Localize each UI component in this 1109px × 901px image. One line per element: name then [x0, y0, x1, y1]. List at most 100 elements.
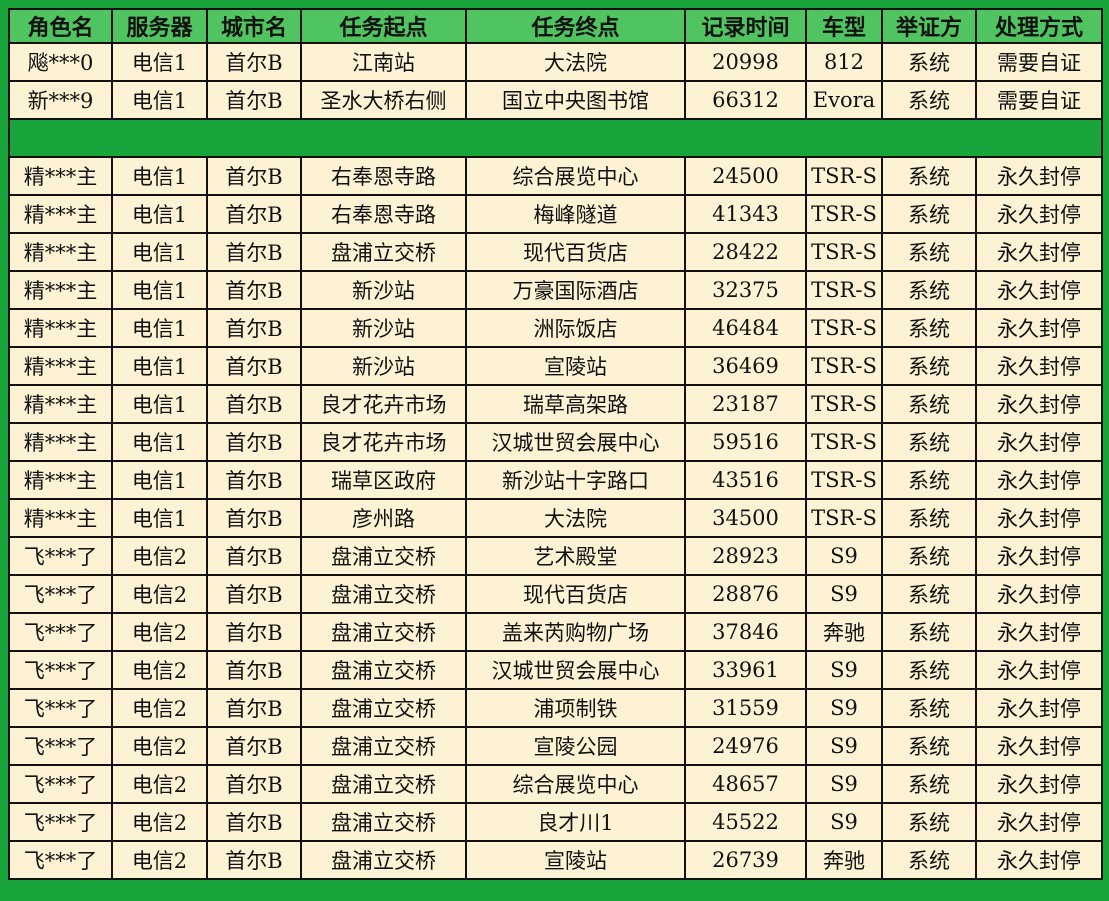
cell-reporter: 系统 [881, 688, 977, 728]
cell-task-start: 盘浦立交桥 [300, 764, 467, 804]
cell-role-name: 新***9 [8, 80, 113, 120]
cell-reporter: 系统 [881, 194, 977, 234]
cell-task-start: 盘浦立交桥 [300, 536, 467, 576]
header-row: 角色名 服务器 城市名 任务起点 任务终点 记录时间 车型 举证方 处理方式 [8, 8, 1103, 44]
cell-handling: 永久封停 [975, 688, 1103, 728]
cell-server: 电信2 [111, 802, 208, 842]
cell-reporter: 系统 [881, 346, 977, 386]
cell-reporter: 系统 [881, 726, 977, 766]
table-row: 精***主 电信1 首尔B 新沙站 宣陵站 36469 TSR-S 系统 永久封停 [8, 346, 1103, 386]
cell-server: 电信1 [111, 422, 208, 462]
cell-task-start: 盘浦立交桥 [300, 840, 467, 880]
cell-reporter: 系统 [881, 42, 977, 82]
cell-role-name: 飞***了 [8, 688, 113, 728]
table-row: 飚***0 电信1 首尔B 江南站 大法院 20998 812 系统 需要自证 [8, 42, 1103, 82]
cell-reporter: 系统 [881, 802, 977, 842]
column-header-reporter: 举证方 [881, 8, 977, 44]
cell-task-start: 良才花卉市场 [300, 384, 467, 424]
cell-server: 电信1 [111, 232, 208, 272]
cell-reporter: 系统 [881, 650, 977, 690]
group-separator [8, 118, 1103, 158]
cell-task-start: 盘浦立交桥 [300, 232, 467, 272]
cell-car-model: TSR-S [805, 460, 883, 500]
cell-reporter: 系统 [881, 232, 977, 272]
cell-handling: 需要自证 [975, 80, 1103, 120]
cell-city-name: 首尔B [206, 270, 302, 310]
cell-task-start: 良才花卉市场 [300, 422, 467, 462]
cell-reporter: 系统 [881, 422, 977, 462]
cell-server: 电信2 [111, 612, 208, 652]
cell-task-start: 新沙站 [300, 270, 467, 310]
cell-task-end: 汉城世贸会展中心 [465, 650, 686, 690]
table-row: 飞***了 电信2 首尔B 盘浦立交桥 现代百货店 28876 S9 系统 永久封停 [8, 574, 1103, 614]
cell-reporter: 系统 [881, 308, 977, 348]
cell-task-end: 新沙站十字路口 [465, 460, 686, 500]
cell-server: 电信1 [111, 384, 208, 424]
cell-handling: 永久封停 [975, 384, 1103, 424]
cell-car-model: TSR-S [805, 422, 883, 462]
cell-car-model: TSR-S [805, 308, 883, 348]
cell-task-end: 国立中央图书馆 [465, 80, 686, 120]
cell-handling: 永久封停 [975, 156, 1103, 196]
cell-task-end: 梅峰隧道 [465, 194, 686, 234]
cell-reporter: 系统 [881, 270, 977, 310]
cell-task-end: 万豪国际酒店 [465, 270, 686, 310]
cell-handling: 永久封停 [975, 840, 1103, 880]
cell-task-end: 现代百货店 [465, 574, 686, 614]
table-row: 精***主 电信1 首尔B 良才花卉市场 汉城世贸会展中心 59516 TSR-S 系统 永久封… [8, 422, 1103, 462]
table-header: 角色名 服务器 城市名 任务起点 任务终点 记录时间 车型 举证方 处理方式 [8, 8, 1103, 44]
cell-task-end: 洲际饭店 [465, 308, 686, 348]
cell-car-model: TSR-S [805, 156, 883, 196]
column-header-handling: 处理方式 [975, 8, 1103, 44]
cell-task-end: 综合展览中心 [465, 156, 686, 196]
cell-handling: 永久封停 [975, 764, 1103, 804]
cell-task-end: 宣陵站 [465, 840, 686, 880]
cell-city-name: 首尔B [206, 498, 302, 538]
cell-handling: 永久封停 [975, 194, 1103, 234]
cell-car-model: S9 [805, 726, 883, 766]
cell-handling: 需要自证 [975, 42, 1103, 82]
cell-city-name: 首尔B [206, 536, 302, 576]
cell-reporter: 系统 [881, 156, 977, 196]
cell-record-time: 48657 [684, 764, 807, 804]
table-row: 精***主 电信1 首尔B 盘浦立交桥 现代百货店 28422 TSR-S 系统 永久封停 [8, 232, 1103, 272]
cell-role-name: 飞***了 [8, 574, 113, 614]
cell-task-end: 宣陵公园 [465, 726, 686, 766]
cell-server: 电信1 [111, 498, 208, 538]
cell-car-model: TSR-S [805, 346, 883, 386]
table-row: 飞***了 电信2 首尔B 盘浦立交桥 浦项制铁 31559 S9 系统 永久封停 [8, 688, 1103, 728]
cell-reporter: 系统 [881, 80, 977, 120]
cell-task-start: 江南站 [300, 42, 467, 82]
cell-record-time: 24976 [684, 726, 807, 766]
violation-records-table: 角色名 服务器 城市名 任务起点 任务终点 记录时间 车型 举证方 处理方式 飚***0 电信1 首… [8, 8, 1103, 880]
cell-car-model: Evora [805, 80, 883, 120]
cell-task-end: 大法院 [465, 42, 686, 82]
cell-record-time: 41343 [684, 194, 807, 234]
cell-city-name: 首尔B [206, 840, 302, 880]
cell-task-start: 盘浦立交桥 [300, 688, 467, 728]
column-header-task-end: 任务终点 [465, 8, 686, 44]
cell-reporter: 系统 [881, 840, 977, 880]
table-row: 飞***了 电信2 首尔B 盘浦立交桥 宣陵站 26739 奔驰 系统 永久封停 [8, 840, 1103, 880]
cell-city-name: 首尔B [206, 232, 302, 272]
cell-record-time: 24500 [684, 156, 807, 196]
cell-role-name: 精***主 [8, 156, 113, 196]
cell-reporter: 系统 [881, 536, 977, 576]
cell-role-name: 飞***了 [8, 802, 113, 842]
cell-record-time: 28876 [684, 574, 807, 614]
cell-city-name: 首尔B [206, 42, 302, 82]
cell-city-name: 首尔B [206, 612, 302, 652]
cell-record-time: 34500 [684, 498, 807, 538]
cell-handling: 永久封停 [975, 574, 1103, 614]
cell-task-start: 瑞草区政府 [300, 460, 467, 500]
cell-handling: 永久封停 [975, 802, 1103, 842]
cell-task-end: 瑞草高架路 [465, 384, 686, 424]
cell-task-end: 汉城世贸会展中心 [465, 422, 686, 462]
cell-record-time: 36469 [684, 346, 807, 386]
table-row: 飞***了 电信2 首尔B 盘浦立交桥 良才川1 45522 S9 系统 永久封停 [8, 802, 1103, 842]
column-header-task-start: 任务起点 [300, 8, 467, 44]
cell-task-end: 宣陵站 [465, 346, 686, 386]
cell-task-start: 右奉恩寺路 [300, 156, 467, 196]
cell-role-name: 飞***了 [8, 612, 113, 652]
cell-task-start: 新沙站 [300, 346, 467, 386]
